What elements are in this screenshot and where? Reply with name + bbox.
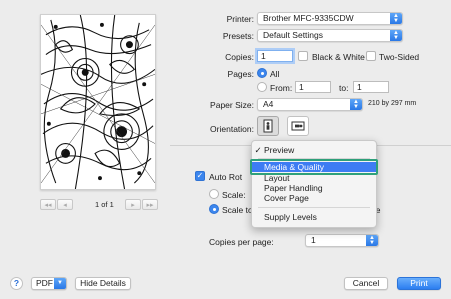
black-white-checkbox[interactable] [298, 51, 308, 61]
pages-from-label: From: [270, 83, 293, 93]
next-page-button[interactable]: ▸ [125, 199, 141, 210]
page-preview [40, 14, 156, 190]
pdf-label: PDF [36, 278, 53, 288]
hide-details-button[interactable]: Hide Details [75, 277, 131, 290]
checkmark-icon: ✓ [254, 145, 262, 155]
pages-from-field[interactable]: 1 [295, 81, 331, 93]
menu-separator [258, 207, 370, 208]
previous-page-label: ◂ [63, 201, 67, 209]
popup-arrows-icon: ▲▼ [390, 30, 402, 41]
copies-label: Copies: [225, 52, 254, 62]
last-page-button[interactable]: ▸▸ [142, 199, 158, 210]
copies-per-page-label: Copies per page: [209, 237, 274, 247]
page-indicator: 1 of 1 [95, 200, 114, 209]
paper-size-label: Paper Size: [210, 100, 254, 110]
copies-per-page-popup[interactable]: 1 ▲ ▼ [305, 234, 379, 247]
printer-popup[interactable]: Brother MFC-9335CDW ▲ ▼ [257, 12, 403, 25]
popup-arrows-icon: ▲▼ [350, 99, 362, 110]
scale-to-fit-radio[interactable] [209, 204, 219, 214]
portrait-icon [263, 119, 273, 133]
auto-rotate-label: Auto Rot [209, 172, 243, 182]
paper-size-value: A4 [263, 99, 274, 109]
copies-field[interactable]: 1 [257, 50, 293, 62]
pages-to-field[interactable]: 1 [353, 81, 389, 93]
paper-size-popup[interactable]: A4 ▲ ▼ [257, 98, 363, 111]
previous-page-button[interactable]: ◂ [57, 199, 73, 210]
next-page-label: ▸ [131, 201, 135, 209]
printer-value: Brother MFC-9335CDW [263, 13, 354, 23]
presets-label: Presets: [222, 31, 254, 41]
highlight-frame [250, 159, 378, 175]
pages-label: Pages: [227, 69, 254, 79]
menu-item-preview[interactable]: ✓ Preview [252, 145, 376, 155]
auto-rotate-checkbox[interactable]: ✓ [195, 171, 205, 181]
two-sided-checkbox[interactable] [366, 51, 376, 61]
two-sided-label: Two-Sided [379, 52, 420, 62]
pages-range-radio[interactable] [257, 82, 267, 92]
menu-item-preview-label: Preview [264, 145, 295, 155]
landscape-button[interactable] [287, 116, 309, 136]
pdf-menu-button[interactable]: PDF ▼ [31, 277, 67, 290]
popup-arrows-icon: ▲▼ [390, 13, 402, 24]
portrait-button[interactable] [257, 116, 279, 136]
coloring-page-image [41, 15, 155, 189]
pages-all-radio[interactable] [257, 68, 267, 78]
print-button[interactable]: Print [397, 277, 441, 290]
menu-item-paper-handling[interactable]: Paper Handling [252, 183, 376, 193]
presets-popup[interactable]: Default Settings ▲ ▼ [257, 29, 403, 42]
cancel-button[interactable]: Cancel [344, 277, 388, 290]
menu-item-supply-levels[interactable]: Supply Levels [252, 212, 376, 222]
black-white-label: Black & White [312, 52, 365, 62]
scale-label: Scale: [222, 190, 246, 200]
presets-value: Default Settings [263, 30, 324, 40]
paper-dimensions: 210 by 297 mm [368, 100, 417, 107]
chevron-down-icon: ▼ [54, 278, 66, 289]
pages-to-label: to: [339, 83, 349, 93]
pages-all-label: All [270, 69, 280, 79]
printer-label: Printer: [226, 14, 254, 24]
section-menu: ✓ Preview Media & Quality Layout Paper Ha… [251, 140, 377, 228]
scale-to-fit-label: Scale to [222, 205, 253, 215]
first-page-button[interactable]: ◂◂ [40, 199, 56, 210]
popup-arrows-icon: ▲▼ [366, 235, 378, 246]
last-page-label: ▸▸ [146, 201, 154, 209]
orientation-label: Orientation: [210, 124, 254, 134]
menu-item-cover-page[interactable]: Cover Page [252, 193, 376, 203]
landscape-icon [291, 121, 305, 131]
scale-radio[interactable] [209, 189, 219, 199]
first-page-label: ◂◂ [44, 201, 52, 209]
copies-per-page-value: 1 [311, 235, 316, 245]
help-button[interactable]: ? [10, 277, 23, 290]
